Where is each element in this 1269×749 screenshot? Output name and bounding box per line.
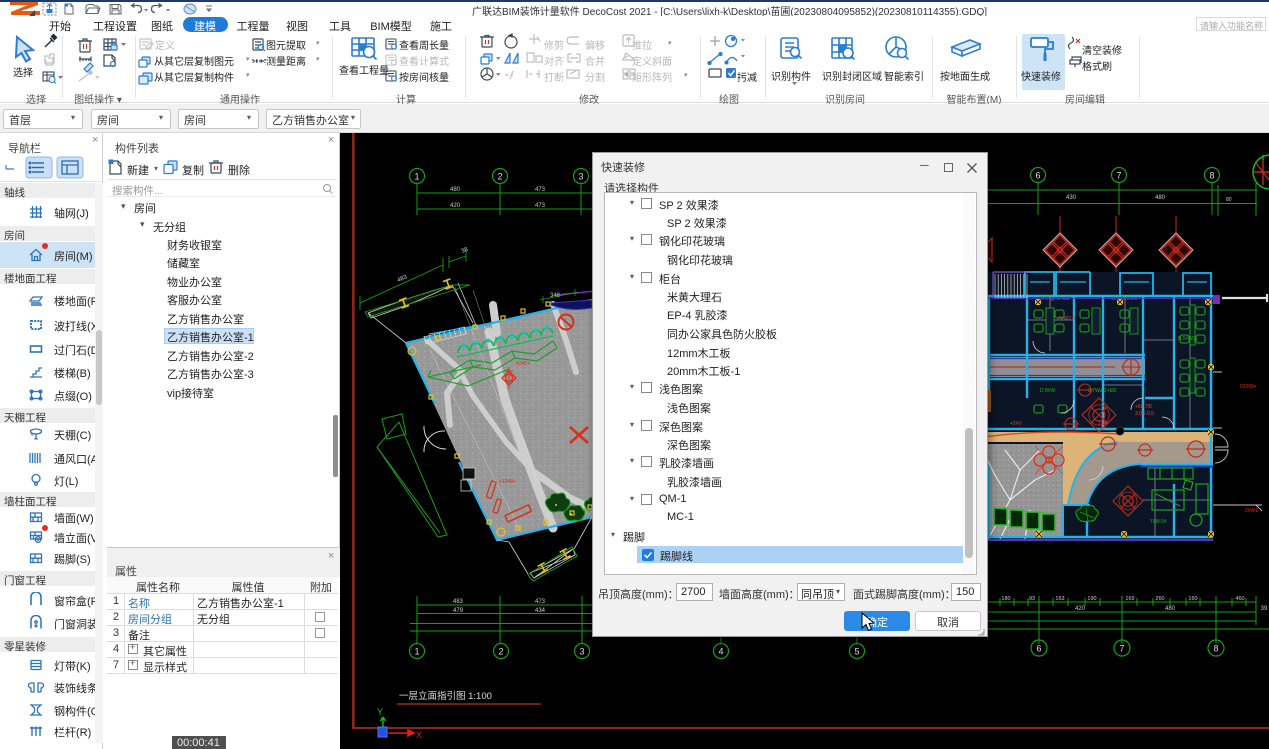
svg-text:430: 430 [1066,195,1077,201]
svg-text:3: 3 [578,172,583,182]
svg-text:169: 169 [1125,596,1134,602]
svg-text:460: 460 [1235,596,1244,602]
svg-text:190: 190 [1087,596,1096,602]
svg-text:一层立面指引图 1:100: 一层立面指引图 1:100 [399,690,492,702]
svg-text:Y: Y [377,707,383,717]
svg-text:2.5#: 2.5# [1098,421,1108,427]
svg-text:2#W1: 2#W1 [1245,508,1258,514]
svg-text:479: 479 [453,608,464,614]
svg-text:8: 8 [1213,644,1218,654]
svg-text:473: 473 [535,203,546,209]
svg-text:D 8#W: D 8#W [1040,388,1056,394]
svg-text:3: 3 [579,647,584,657]
svg-text:6: 6 [1036,644,1041,654]
svg-text:434: 434 [535,608,546,614]
svg-text:480: 480 [1155,195,1166,201]
svg-text:483: 483 [453,599,464,605]
svg-text:80: 80 [1226,197,1232,203]
svg-text:163: 163 [1055,596,1064,602]
svg-text:260: 260 [1155,596,1164,602]
svg-text:93: 93 [1029,596,1035,602]
svg-text:420: 420 [450,203,461,209]
svg-text:B.5#W2: B.5#W2 [1178,336,1196,342]
svg-text:7#M.5#: 7#M.5# [1150,519,1167,525]
svg-text:+D45+: +D45+ [515,361,530,367]
svg-text:7: 7 [1116,171,1121,181]
svg-text:7: 7 [1119,644,1124,654]
svg-text:+2#V: +2#V [1010,421,1022,427]
svg-text:160: 160 [1188,596,1197,602]
svg-text:473: 473 [535,599,546,605]
svg-text:420: 420 [1075,606,1086,612]
svg-text:5: 5 [854,647,859,657]
svg-text:4: 4 [718,647,723,657]
svg-text:39: 39 [1261,606,1268,612]
svg-text:+1049+: +1049+ [499,479,516,485]
svg-text:2: 2 [498,647,503,657]
svg-text:2: 2 [497,172,502,182]
svg-text:X: X [416,730,422,740]
svg-text:473: 473 [535,187,546,193]
svg-text:91009+: 91009+ [1240,384,1257,390]
svg-text:8: 8 [1209,171,1214,181]
svg-text:480: 480 [1165,606,1176,612]
svg-text:1: 1 [414,172,419,182]
svg-text:+68.7/8: +68.7/8 [1135,404,1152,410]
svg-text:1: 1 [414,647,419,657]
svg-text:2.7Wa-2+M2: 2.7Wa-2+M2 [1088,388,1117,394]
svg-text:6: 6 [1035,171,1040,181]
svg-text:2#W2.5: 2#W2.5 [1058,316,1075,322]
svg-text:480: 480 [450,187,461,193]
svg-text:3.0E-0.5: 3.0E-0.5 [1135,411,1154,417]
svg-text:180: 180 [1001,596,1010,602]
